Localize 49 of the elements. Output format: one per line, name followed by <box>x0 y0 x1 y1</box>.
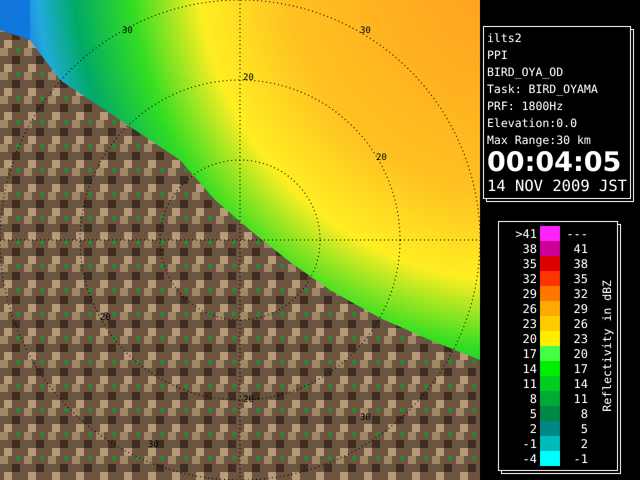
info-line: ilts2 <box>487 30 523 47</box>
legend-high-label: 23 <box>572 332 588 346</box>
info-line: Elevation:0.0 <box>487 115 578 132</box>
legend-low-label: >41 <box>514 226 537 240</box>
range-ring-label: 30 <box>148 440 159 450</box>
legend-low-label: 11 <box>522 376 537 390</box>
range-ring-label: 20 <box>376 153 387 163</box>
range-ring-label: 20 <box>100 313 111 323</box>
legend-high-label: 29 <box>572 302 588 316</box>
legend-low-label: 32 <box>522 272 537 286</box>
date-text: 14 NOV 2009 JST <box>487 177 627 196</box>
legend-low-label: 8 <box>528 392 537 406</box>
legend-low-label: 23 <box>522 316 537 330</box>
legend-high-label: 17 <box>572 362 588 376</box>
legend-high-label: 35 <box>572 272 588 286</box>
range-ring-label: 30 <box>360 26 371 36</box>
info-line: Max Range:30 km <box>487 132 592 149</box>
legend-low-label: 20 <box>522 332 537 346</box>
legend-high-label: 2 <box>580 436 588 450</box>
legend-low-label: 26 <box>522 302 537 316</box>
legend-high-label: 32 <box>572 286 588 300</box>
legend-high-label: 20 <box>572 346 588 360</box>
info-line: Task: BIRD_OYAMA <box>487 81 599 98</box>
legend-low-label: 29 <box>522 286 537 300</box>
legend-low-label: -1 <box>522 436 537 450</box>
time-text: 00:04:05 <box>487 149 622 177</box>
legend-high-label: 8 <box>580 406 588 420</box>
legend-low-label: -4 <box>522 452 537 466</box>
legend-high-label: 14 <box>572 376 588 390</box>
range-ring-label: 30 <box>360 413 371 423</box>
info-line: PPI <box>487 47 509 64</box>
info-line: BIRD_OYA_OD <box>487 64 564 81</box>
legend-high-label: 11 <box>572 392 588 406</box>
legend-low-label: 5 <box>528 406 537 420</box>
legend-low-label: 14 <box>522 362 537 376</box>
legend-high-label: 38 <box>572 256 588 270</box>
legend-high-label: -1 <box>572 452 588 466</box>
legend-low-label: 38 <box>522 242 537 256</box>
legend-low-label: 2 <box>528 422 537 436</box>
legend-high-label: 26 <box>572 316 588 330</box>
legend-low-label: 17 <box>522 346 537 360</box>
legend-low-label: 35 <box>522 256 537 270</box>
legend-title: Reflectivity in dBZ <box>600 280 614 412</box>
info-line: PRF: 1800Hz <box>487 98 564 115</box>
range-ring-label: 20 <box>243 73 254 83</box>
legend-high-label: 41 <box>572 242 588 256</box>
legend-high-label: --- <box>566 226 588 240</box>
range-ring-label: 30 <box>122 26 133 36</box>
legend-high-label: 5 <box>580 422 588 436</box>
